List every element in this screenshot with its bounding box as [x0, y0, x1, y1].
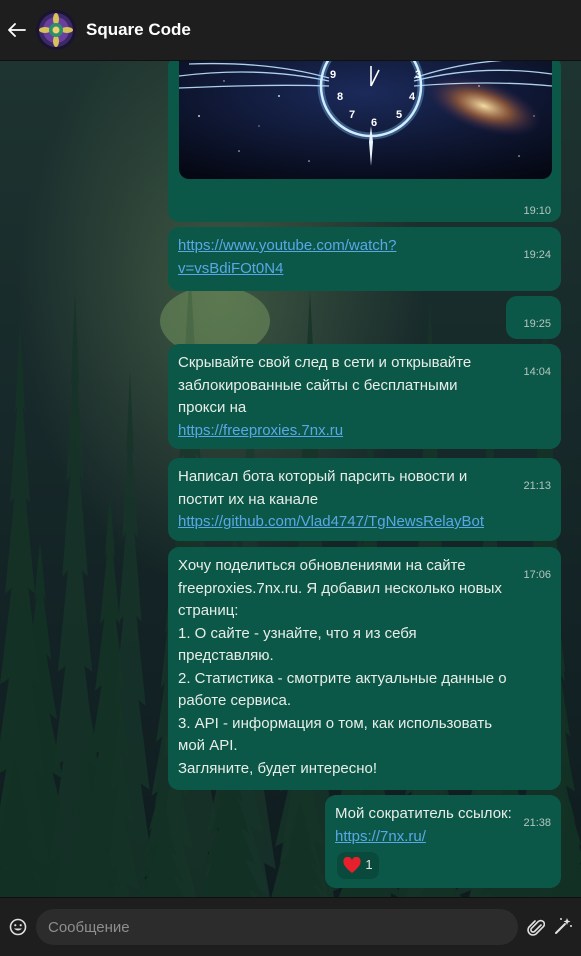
clock-numeral: 9: [330, 69, 336, 81]
message-text-span: Мой сократитель ссылок:: [335, 805, 512, 822]
message-text: https://www.youtube.com/watch? v=vsBdiFO…: [168, 227, 561, 288]
message-text: Хочу поделиться обновлениями на сайте fr…: [168, 547, 561, 788]
message-input[interactable]: [36, 909, 518, 945]
message-time: 21:38: [523, 817, 551, 829]
message-text-span: Написал бота который парсить новости и п…: [178, 468, 468, 508]
message-text: Скрывайте свой след в сети и открывайте …: [168, 344, 561, 450]
red-heart-icon: [343, 857, 361, 873]
message-link[interactable]: https://www.youtube.com/watch? v=vsBdiFO…: [178, 237, 396, 277]
message-text-span: Скрывайте свой след в сети и открывайте …: [178, 354, 472, 416]
message-bubble[interactable]: Мой сократитель ссылок: https://7nx.ru/2…: [325, 795, 561, 888]
mandala-avatar-icon: [36, 10, 76, 50]
reaction-count: 1: [365, 857, 373, 873]
message-time: 19:10: [523, 205, 551, 217]
clock-numeral: 6: [371, 117, 377, 129]
clock-numeral: 7: [349, 109, 355, 121]
reaction-chip[interactable]: 1: [337, 852, 379, 879]
message-bubble[interactable]: 9 3 45 6 78 19:10: [168, 61, 561, 222]
message-bubble[interactable]: Хочу поделиться обновлениями на сайте fr…: [168, 547, 561, 790]
message-bubble[interactable]: https://www.youtube.com/watch? v=vsBdiFO…: [168, 227, 561, 291]
chat-header: Square Code: [0, 0, 581, 61]
clock-galaxy-photo[interactable]: 9 3 45 6 78: [179, 61, 552, 179]
message-bubble[interactable]: Скрывайте свой след в сети и открывайте …: [168, 344, 561, 449]
message-text: [506, 296, 564, 312]
avatar[interactable]: [36, 10, 76, 50]
arrow-left-icon: [8, 23, 26, 37]
message-link[interactable]: https://github.com/Vlad4747/TgNewsRelayB…: [178, 513, 484, 530]
message-link[interactable]: https://7nx.ru/: [335, 828, 426, 845]
chat-title[interactable]: Square Code: [86, 20, 191, 40]
magic-wand-icon[interactable]: [553, 916, 573, 936]
composer: [0, 897, 581, 956]
message-bubble[interactable]: Написал бота который парсить новости и п…: [168, 458, 561, 541]
message-bubble[interactable]: 19:25: [506, 296, 561, 339]
message-time: 21:13: [523, 480, 551, 492]
paperclip-icon[interactable]: [527, 917, 545, 937]
back-button[interactable]: [0, 0, 34, 61]
emoji-icon[interactable]: [8, 917, 28, 937]
message-list: 9 3 45 6 78 19:10 https://www.youtube.com/wat…: [0, 61, 581, 897]
message-time: 14:04: [523, 366, 551, 378]
message-text: Написал бота который парсить новости и п…: [168, 458, 561, 542]
message-time: 17:06: [523, 569, 551, 581]
clock-numeral: 3: [415, 69, 421, 81]
clock-numeral: 4: [409, 91, 416, 103]
message-link[interactable]: https://freeproxies.7nx.ru: [178, 422, 343, 439]
clock-numeral: 5: [396, 109, 402, 121]
clock-numeral: 8: [337, 91, 343, 103]
message-time: 19:24: [523, 249, 551, 261]
message-text-span: Хочу поделиться обновлениями на сайте fr…: [178, 557, 507, 777]
message-time: 19:25: [523, 318, 551, 330]
